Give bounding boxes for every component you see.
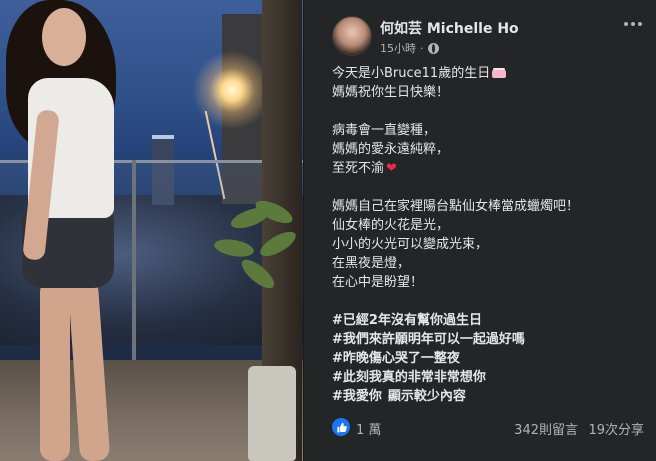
more-options-icon[interactable] [624, 22, 642, 26]
separator-dot: · [420, 41, 424, 55]
leaf [256, 227, 300, 261]
hashtag[interactable]: #昨晚傷心哭了一整夜 [332, 349, 646, 368]
globe-icon [427, 42, 439, 54]
potted-plant [210, 196, 300, 360]
author-name[interactable]: 何如芸 Michelle Ho [380, 18, 519, 38]
see-less-link[interactable]: 顯示較少內容 [388, 389, 466, 404]
post-line-text: 至死不渝 [332, 161, 385, 176]
sparkler-light [192, 50, 272, 130]
post-line: 病毒會一直變種， [332, 123, 437, 138]
hashtag[interactable]: #我們來許願明年可以一起過好嗎 [332, 330, 646, 349]
post-line: 媽媽的愛永遠純粹， [332, 142, 450, 157]
dot [624, 22, 628, 26]
post-line: 仙女棒的火花是光， [332, 218, 450, 233]
post-photo[interactable] [0, 0, 304, 461]
hashtag[interactable]: #我愛你 [332, 389, 382, 404]
leaf [252, 196, 296, 228]
person-leg [40, 280, 70, 461]
post-footer: 1 萬 342則留言 19次分享 [306, 404, 656, 454]
share-count[interactable]: 19次分享 [588, 419, 644, 438]
post-text: 今天是小Bruce11歲的生日 媽媽祝你生日快樂！ 病毒會一直變種， 媽媽的愛永… [332, 64, 646, 406]
reaction-count[interactable]: 1 萬 [356, 419, 381, 438]
avatar[interactable] [332, 16, 372, 56]
dot [638, 22, 642, 26]
person-face [42, 8, 86, 66]
hashtag[interactable]: #已經2年沒有幫你過生日 [332, 311, 646, 330]
post-line: 在心中是盼望！ [332, 275, 424, 290]
birthday-cake-icon [492, 66, 507, 78]
dot [631, 22, 635, 26]
post-time[interactable]: 15小時 [380, 40, 416, 56]
post-line: 小小的火光可以變成光束， [332, 237, 489, 252]
comment-count[interactable]: 342則留言 [514, 419, 578, 438]
post-meta: 15小時 · [380, 40, 439, 56]
post-line: 至死不渝 ❤ [332, 159, 646, 178]
hashtag[interactable]: #此刻我真的非常非常想你 [332, 368, 646, 387]
leaf [212, 236, 256, 260]
rail-post [132, 160, 136, 360]
like-icon[interactable] [332, 418, 350, 436]
post-panel: 何如芸 Michelle Ho 15小時 · 今天是小Bruce11歲的生日 媽… [306, 0, 656, 461]
leaf [237, 255, 279, 293]
plant-pot [248, 366, 296, 461]
photo-divider [303, 0, 304, 461]
post-line: 今天是小Bruce11歲的生日 [332, 64, 646, 83]
post-line: 媽媽自己在家裡陽台點仙女棒當成蠟燭吧！ [332, 199, 580, 214]
post-line-text: 今天是小Bruce11歲的生日 [332, 66, 491, 81]
red-heart-icon: ❤ [386, 161, 397, 176]
post-line: 媽媽祝你生日快樂！ [332, 85, 450, 100]
post-line: 在黑夜是燈， [332, 256, 411, 271]
